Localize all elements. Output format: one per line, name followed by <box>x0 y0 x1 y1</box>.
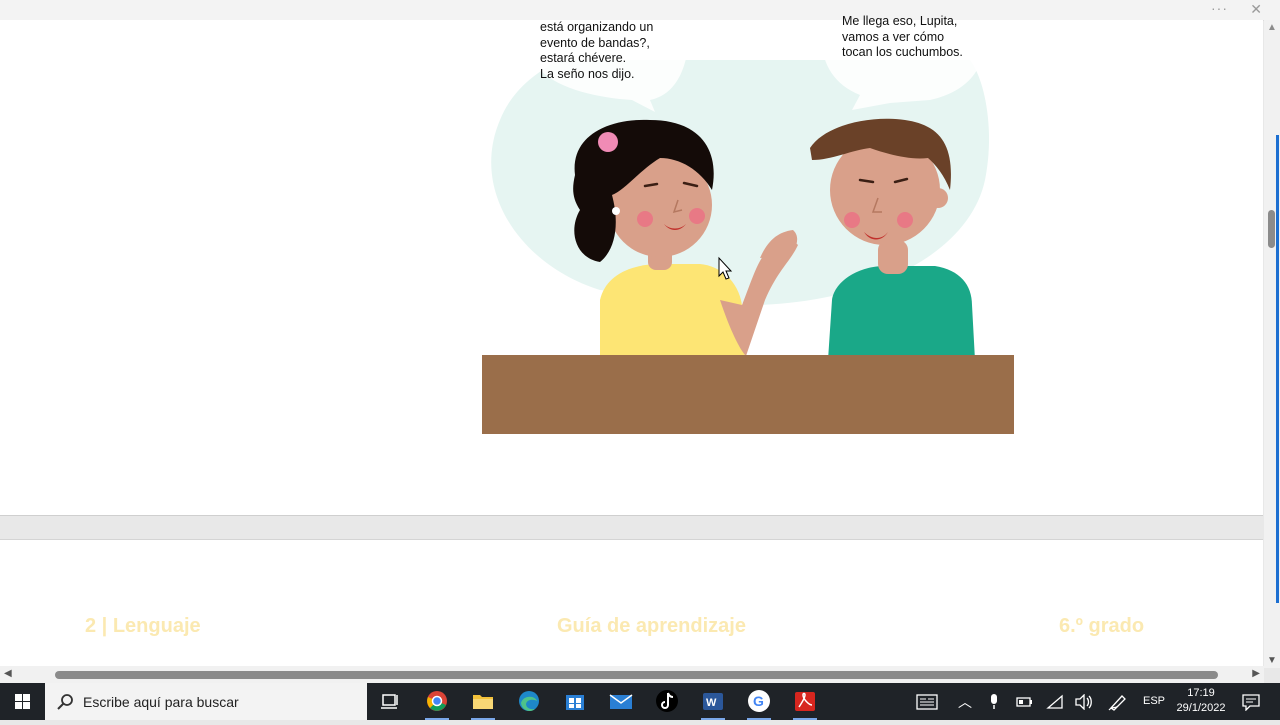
mail-icon[interactable] <box>601 683 641 720</box>
clock-date: 29/1/2022 <box>1176 702 1226 714</box>
microphone-icon[interactable] <box>988 693 1000 711</box>
windows-taskbar: Escribe aquí para buscar W G ︿ ESP 17:19… <box>0 683 1280 720</box>
taskbar-search-box[interactable]: Escribe aquí para buscar <box>45 683 367 720</box>
volume-icon[interactable] <box>1074 694 1094 710</box>
google-icon[interactable]: G <box>739 683 779 720</box>
edge-icon[interactable] <box>509 683 549 720</box>
clock[interactable]: 17:19 29/1/2022 <box>1170 686 1232 716</box>
vertical-scroll-thumb[interactable] <box>1268 210 1275 248</box>
boy-speech-text: Me llega eso, Lupita, vamos a ver cómo t… <box>842 14 963 61</box>
vertical-scrollbar[interactable]: ▲ ▼ <box>1264 20 1280 668</box>
battery-icon[interactable] <box>1016 696 1034 708</box>
window-title-bar: ··· ✕ <box>0 0 1280 21</box>
scroll-down-icon[interactable]: ▼ <box>1267 655 1277 666</box>
girl-speech-line: evento de bandas?, <box>540 35 650 50</box>
comic-illustration <box>482 20 1014 434</box>
girl-speech-text: está organizando un evento de bandas?, e… <box>540 20 653 82</box>
document-page: está organizando un evento de bandas?, e… <box>0 14 1263 516</box>
start-button[interactable] <box>0 683 45 720</box>
search-icon <box>57 694 73 710</box>
notifications-icon[interactable] <box>1241 693 1261 711</box>
word-icon[interactable]: W <box>693 683 733 720</box>
search-placeholder: Escribe aquí para buscar <box>83 694 239 710</box>
news-widget-icon[interactable] <box>916 694 938 710</box>
chevron-up-icon[interactable]: ︿ <box>958 692 972 712</box>
footer-subject: 2 | Lenguaje <box>85 615 201 637</box>
acrobat-icon[interactable] <box>785 683 825 720</box>
language-indicator[interactable]: ESP <box>1143 695 1165 707</box>
clock-time: 17:19 <box>1187 687 1215 699</box>
task-view-icon[interactable] <box>370 683 410 720</box>
file-explorer-icon[interactable] <box>463 683 503 720</box>
document-page: 2 | Lenguaje Guía de aprendizaje 6.º gra… <box>0 539 1263 667</box>
scroll-left-icon[interactable]: ◀ <box>4 668 12 679</box>
svg-text:W: W <box>706 697 717 709</box>
girl-speech-line: estará chévere. <box>540 51 627 65</box>
scroll-right-icon[interactable]: ▶ <box>1252 668 1260 679</box>
chrome-icon[interactable] <box>417 683 457 720</box>
girl-speech-line: La seño nos dijo. <box>540 66 635 81</box>
tiktok-icon[interactable] <box>647 683 687 720</box>
svg-text:G: G <box>753 693 764 709</box>
boy-speech-line: Me llega eso, Lupita, <box>842 14 958 28</box>
girl-speech-line: está organizando un <box>540 20 654 34</box>
store-icon[interactable] <box>555 683 595 720</box>
horizontal-scroll-thumb[interactable] <box>55 671 1218 679</box>
footer-title: Guía de aprendizaje <box>557 615 746 637</box>
boy-speech-line: tocan los cuchumbos. <box>842 45 963 59</box>
wifi-icon[interactable] <box>1046 694 1064 710</box>
horizontal-scrollbar[interactable]: ◀ ▶ <box>0 666 1264 683</box>
pen-icon[interactable] <box>1108 693 1128 711</box>
scroll-up-icon[interactable]: ▲ <box>1267 22 1277 33</box>
close-icon[interactable]: ✕ <box>1250 0 1262 18</box>
boy-speech-line: vamos a ver cómo <box>842 29 945 44</box>
desk <box>482 355 1014 434</box>
more-dots-icon[interactable]: ··· <box>1211 0 1228 16</box>
scroll-track-accent <box>1276 135 1279 603</box>
footer-grade: 6.º grado <box>1059 615 1145 637</box>
windows-logo-icon <box>15 694 30 709</box>
